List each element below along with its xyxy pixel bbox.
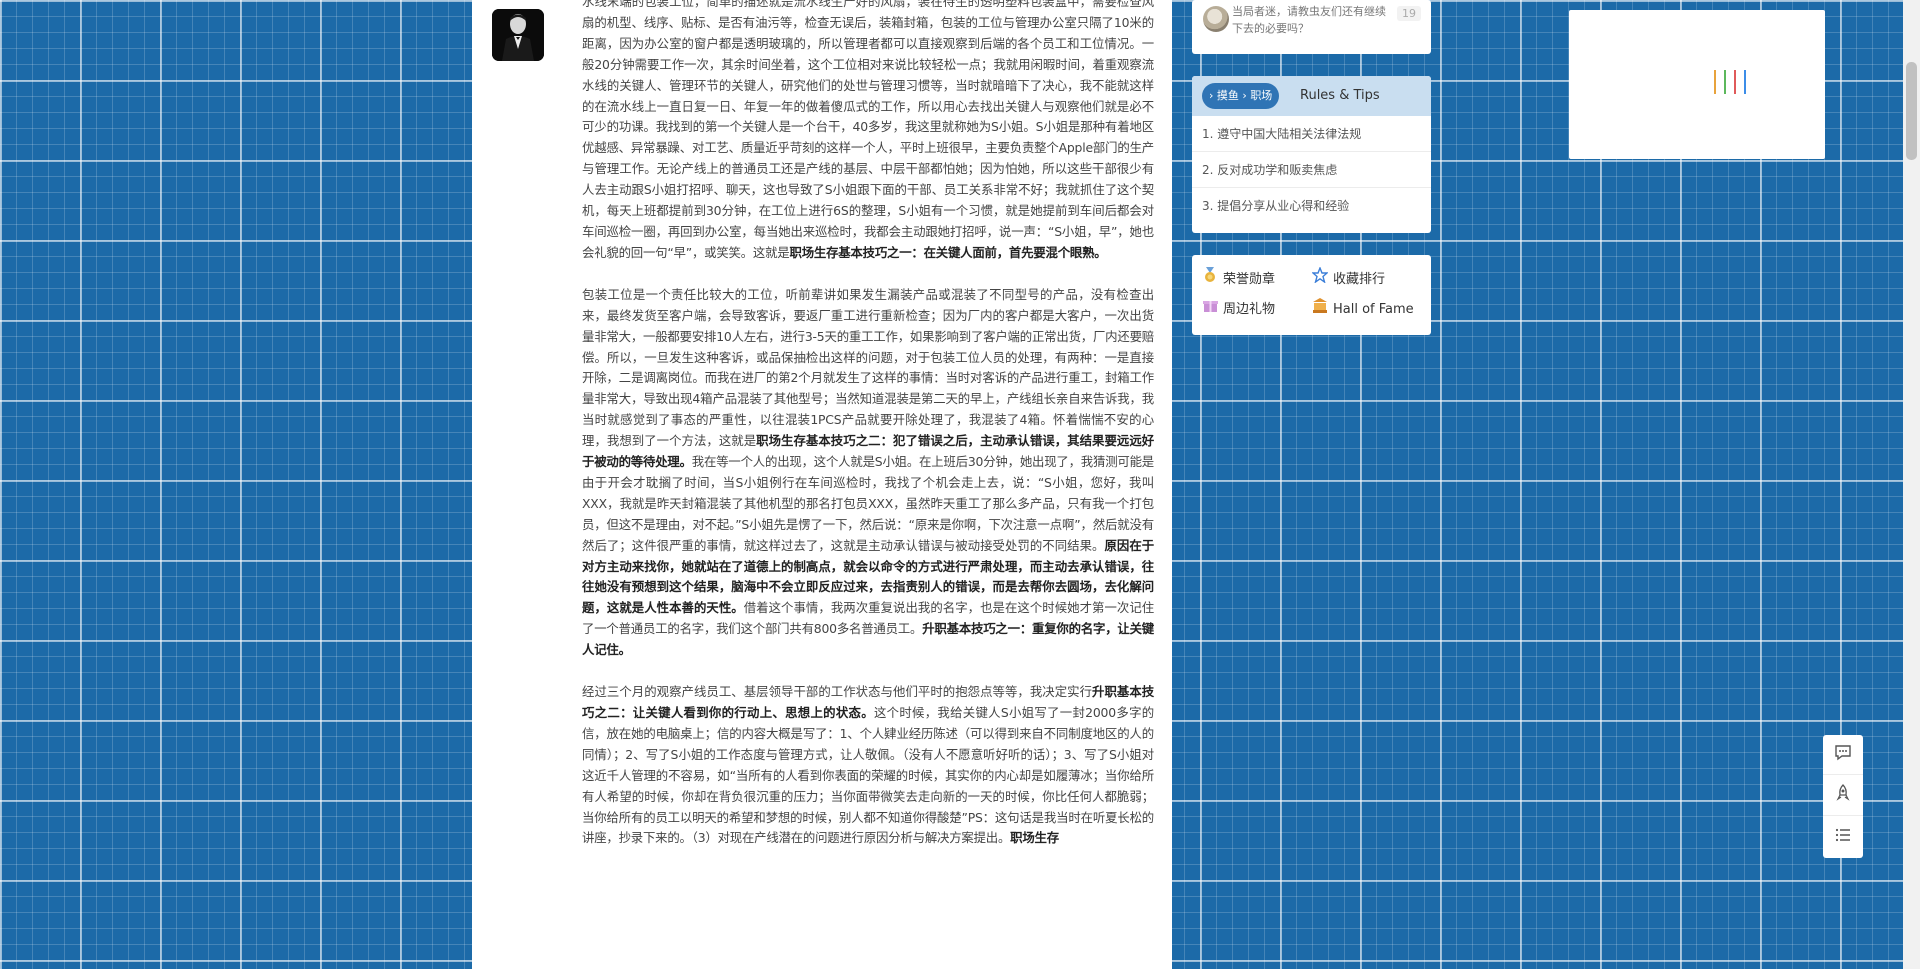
- table-of-contents-button[interactable]: [1823, 817, 1863, 857]
- trophy-icon: [1312, 298, 1328, 321]
- honor-link-label: 荣誉勋章: [1223, 272, 1276, 287]
- related-topic-card[interactable]: 当局者迷，请教虫友们还有继续下去的必要吗？ 19: [1192, 0, 1431, 54]
- scrollbar[interactable]: [1903, 0, 1920, 969]
- comment-button[interactable]: [1823, 735, 1863, 775]
- rules-list: 1. 遵守中国大陆相关法律法规 2. 反对成功学和贩卖焦虑 3. 提倡分享从业心…: [1192, 116, 1431, 224]
- gifts-link-label: 周边礼物: [1223, 302, 1276, 317]
- floating-toolbar: [1823, 735, 1863, 858]
- rules-item: 1. 遵守中国大陆相关法律法规: [1192, 116, 1431, 152]
- body-text: 这个时候，我给关键人S小姐写了一封2000多字的信，放在她的电脑桌上；信的内容大…: [582, 705, 1154, 846]
- hall-of-fame-link-label: Hall of Fame: [1333, 302, 1414, 317]
- reply-count-badge: 19: [1397, 6, 1421, 21]
- quick-links-card: 荣誉勋章 收藏排行 周边礼物 Hall of Fame: [1192, 255, 1431, 335]
- hall-of-fame-link[interactable]: Hall of Fame: [1312, 298, 1414, 320]
- loading-bar: [1714, 70, 1716, 94]
- rules-title: Rules & Tips: [1300, 88, 1380, 103]
- gifts-link[interactable]: 周边礼物: [1202, 298, 1275, 320]
- article-paragraph: 水线末端的包装工位，简单的描述就是流水线生产好的风扇，装在待生的透明塑料包装盒中…: [582, 0, 1154, 264]
- topic-user-avatar: [1203, 6, 1229, 32]
- loading-indicator: [1714, 70, 1754, 98]
- article-paragraph: 包装工位是一个责任比较大的工位，听前辈讲如果发生漏装产品或混装了不同型号的产品，…: [582, 285, 1154, 661]
- list-icon: [1834, 826, 1852, 849]
- ad-banner[interactable]: [1569, 10, 1825, 159]
- gift-icon: [1202, 298, 1218, 321]
- article-body: 水线末端的包装工位，简单的描述就是流水线生产好的风扇，装在待生的透明塑料包装盒中…: [582, 0, 1154, 870]
- rules-header: › 摸鱼 › 职场 Rules & Tips: [1192, 76, 1431, 116]
- breadcrumb-item[interactable]: 职场: [1250, 83, 1272, 109]
- breadcrumb-separator: ›: [1242, 89, 1247, 102]
- favorites-link-label: 收藏排行: [1333, 272, 1386, 287]
- comment-icon: [1834, 743, 1852, 766]
- honor-link[interactable]: 荣誉勋章: [1202, 267, 1275, 289]
- rocket-icon: [1834, 784, 1852, 807]
- article-paragraph: 经过三个月的观察产线员工、基层领导干部的工作状态与他们平时的抱怨点等等，我决定实…: [582, 682, 1154, 849]
- body-text: 经过三个月的观察产线员工、基层领导干部的工作状态与他们平时的抱怨点等等，我决定实…: [582, 684, 1093, 700]
- back-to-top-button[interactable]: [1823, 776, 1863, 816]
- breadcrumb-item[interactable]: 摸鱼: [1217, 83, 1239, 109]
- scrollbar-thumb[interactable]: [1906, 62, 1917, 160]
- emphasis-text: 职场生存: [1010, 830, 1059, 846]
- post-column: 水线末端的包装工位，简单的描述就是流水线生产好的风扇，装在待生的透明塑料包装盒中…: [472, 0, 1172, 969]
- breadcrumb[interactable]: › 摸鱼 › 职场: [1202, 83, 1280, 109]
- rules-item: 2. 反对成功学和贩卖焦虑: [1192, 152, 1431, 188]
- loading-bar: [1734, 70, 1736, 94]
- breadcrumb-separator: ›: [1209, 89, 1214, 102]
- loading-bar: [1744, 70, 1746, 94]
- body-text: 包装工位是一个责任比较大的工位，听前辈讲如果发生漏装产品或混装了不同型号的产品，…: [582, 286, 1154, 449]
- emphasis-text: 职场生存基本技巧之一：在关键人面前，首先要混个眼熟。: [789, 244, 1107, 260]
- medal-icon: [1202, 267, 1218, 291]
- loading-bar: [1724, 70, 1726, 94]
- rules-card: › 摸鱼 › 职场 Rules & Tips 1. 遵守中国大陆相关法律法规 2…: [1192, 76, 1431, 233]
- rules-item: 3. 提倡分享从业心得和经验: [1202, 199, 1350, 213]
- favorites-link[interactable]: 收藏排行: [1311, 266, 1386, 291]
- body-text: 水线末端的包装工位，简单的描述就是流水线生产好的风扇，装在待生的透明塑料包装盒中…: [582, 0, 1154, 260]
- user-avatar[interactable]: [492, 9, 544, 61]
- topic-title[interactable]: 当局者迷，请教虫友们还有继续下去的必要吗？: [1232, 3, 1392, 37]
- star-icon: [1311, 266, 1329, 291]
